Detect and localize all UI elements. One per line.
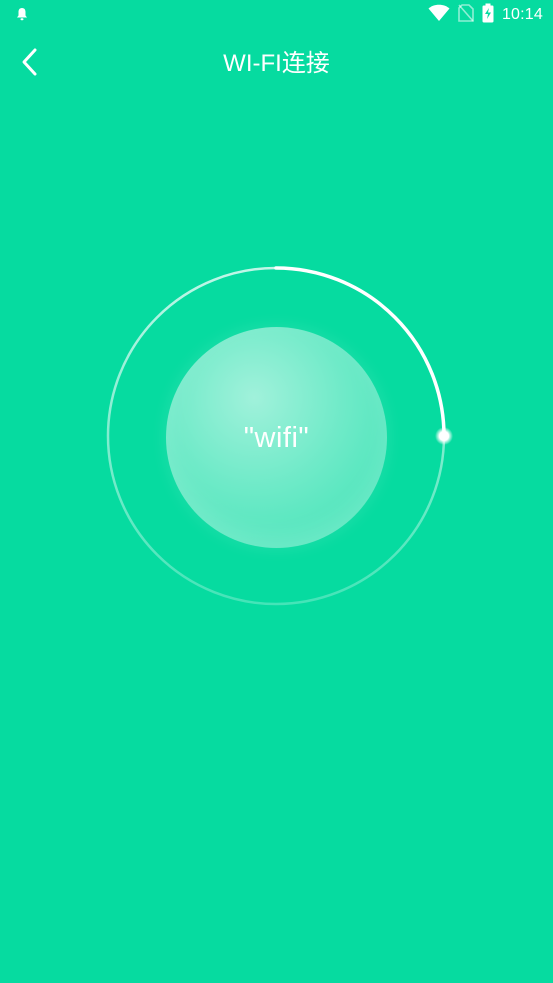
status-bar: 10:14	[0, 0, 553, 30]
network-name: "wifi"	[243, 421, 310, 454]
status-time: 10:14	[501, 6, 543, 23]
status-icons: 10:14	[428, 3, 543, 28]
app-bar: WI-FI连接	[0, 34, 553, 94]
notification-bell-icon	[14, 6, 30, 22]
battery-charging-icon	[482, 3, 494, 28]
wifi-signal-icon	[428, 4, 450, 27]
wifi-orb: "wifi"	[166, 327, 387, 548]
progress-dot	[439, 431, 449, 441]
no-sim-icon	[458, 3, 474, 27]
page-title: WI-FI连接	[223, 50, 330, 77]
